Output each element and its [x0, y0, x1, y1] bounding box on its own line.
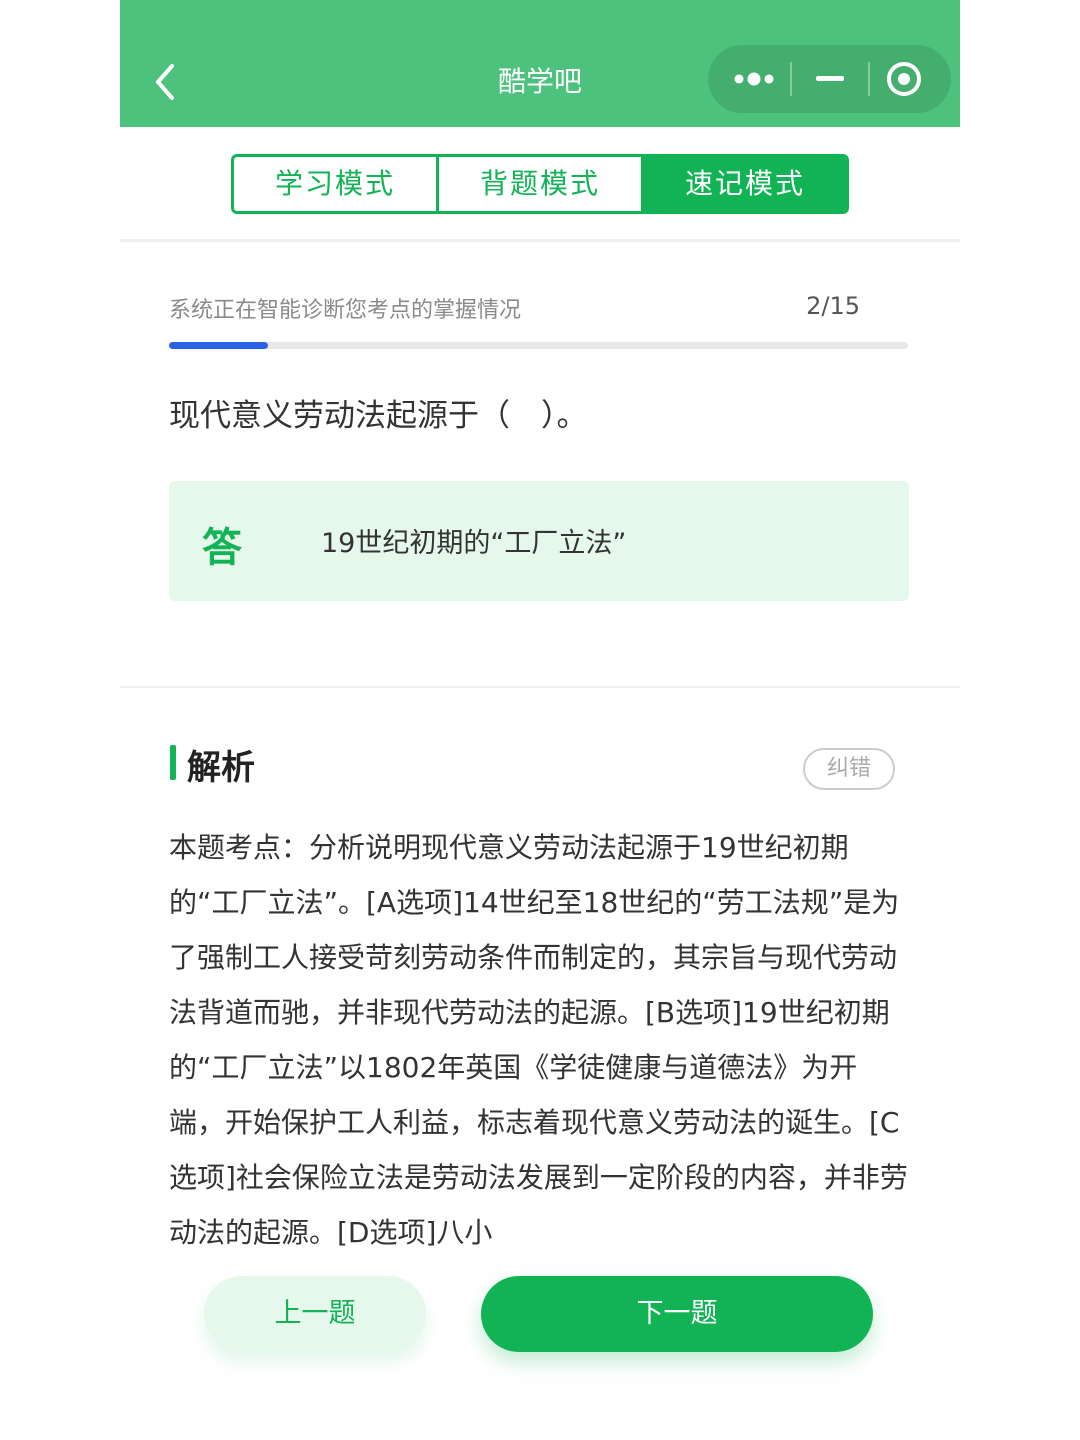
tab-study-mode[interactable]: 学习模式: [234, 157, 436, 211]
next-question-button[interactable]: 下一题: [481, 1276, 873, 1352]
analysis-title: 解析: [187, 748, 255, 788]
progress-count: 2/15: [806, 292, 860, 320]
progress-fill: [169, 342, 268, 349]
progress-track: [169, 342, 908, 349]
close-target-icon: [887, 62, 921, 96]
app-screen: 酷学吧 学习模式 背题模式 速记模式 系统正在智能诊断您考点的掌握情况 2/15…: [120, 0, 960, 1440]
report-error-button[interactable]: 纠错: [803, 748, 895, 790]
answer-mark: 答: [202, 525, 242, 571]
answer-box: 答 19世纪初期的“工厂立法”: [169, 481, 909, 601]
section-divider: [120, 686, 960, 688]
mini-program-capsule: [708, 45, 951, 113]
close-button[interactable]: [870, 45, 951, 113]
tab-recite-mode[interactable]: 背题模式: [436, 157, 641, 211]
more-dots-icon: [734, 72, 774, 86]
answer-text: 19世纪初期的“工厂立法”: [321, 528, 627, 559]
analysis-body: 本题考点：分析说明现代意义劳动法起源于19世纪初期的“工厂立法”。[A选项]14…: [169, 831, 908, 1249]
minimize-icon: [816, 76, 844, 81]
section-accent-bar: [170, 745, 176, 780]
mode-bar: 学习模式 背题模式 速记模式: [120, 127, 960, 242]
diagnosis-status-text: 系统正在智能诊断您考点的掌握情况: [169, 298, 522, 323]
title-bar: 酷学吧: [120, 0, 960, 127]
more-button[interactable]: [708, 45, 789, 113]
question-text: 现代意义劳动法起源于（ ）。: [169, 398, 588, 434]
prev-question-button[interactable]: 上一题: [204, 1276, 426, 1352]
tab-quick-memo-mode[interactable]: 速记模式: [641, 157, 846, 211]
minimize-button[interactable]: [792, 45, 868, 113]
mode-tabs: 学习模式 背题模式 速记模式: [231, 154, 849, 214]
